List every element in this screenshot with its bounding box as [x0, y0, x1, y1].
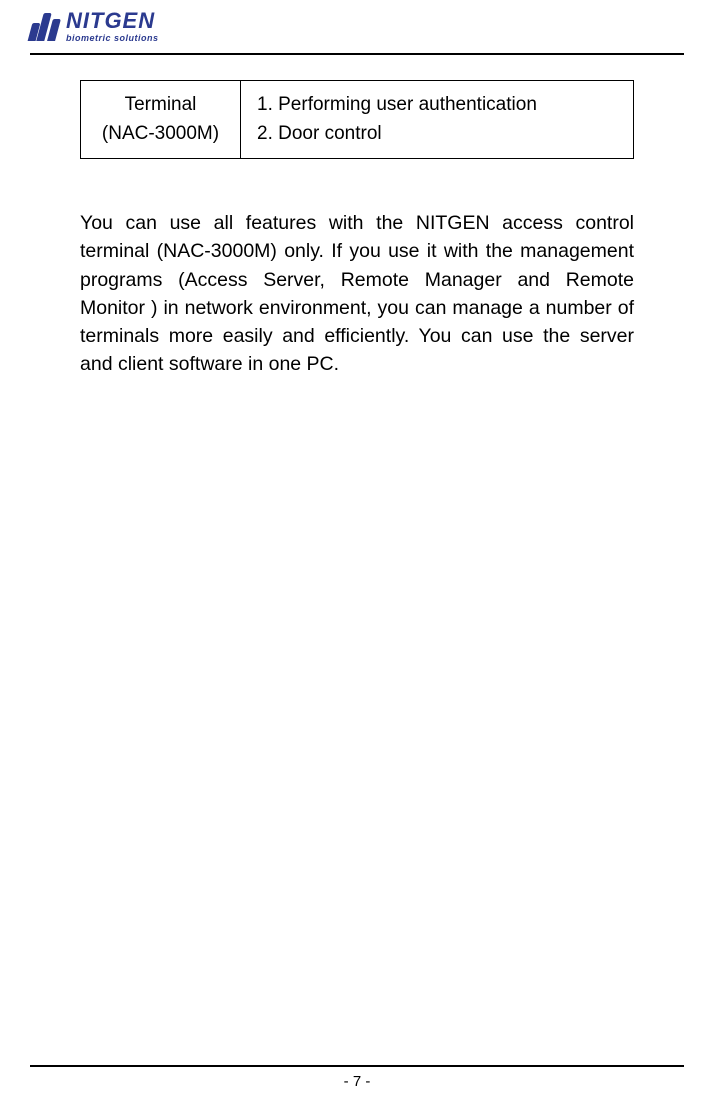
page-header: NITGEN biometric solutions [30, 10, 684, 55]
logo-brand-text: NITGEN [66, 10, 159, 32]
feature-item-1: Performing user authentication [257, 91, 621, 120]
terminal-label-line2: (NAC-3000M) [102, 123, 219, 144]
logo-text: NITGEN biometric solutions [66, 10, 159, 43]
feature-item-2: Door control [257, 120, 621, 149]
table-desc-cell: Performing user authentication Door cont… [241, 81, 634, 159]
terminal-label-line1: Terminal [125, 94, 197, 115]
page-footer: - 7 - [30, 1065, 684, 1090]
logo-mark-icon [30, 13, 58, 41]
body-paragraph: You can use all features with the NITGEN… [80, 209, 634, 379]
table-row: Terminal (NAC-3000M) Performing user aut… [81, 81, 634, 159]
page-container: NITGEN biometric solutions Terminal (NAC… [0, 0, 714, 1108]
table-label-cell: Terminal (NAC-3000M) [81, 81, 241, 159]
content-area: Terminal (NAC-3000M) Performing user aut… [30, 80, 684, 379]
feature-table: Terminal (NAC-3000M) Performing user aut… [80, 80, 634, 159]
page-number: - 7 - [344, 1073, 371, 1090]
feature-list: Performing user authentication Door cont… [257, 91, 621, 148]
logo-tagline-text: biometric solutions [66, 34, 159, 43]
